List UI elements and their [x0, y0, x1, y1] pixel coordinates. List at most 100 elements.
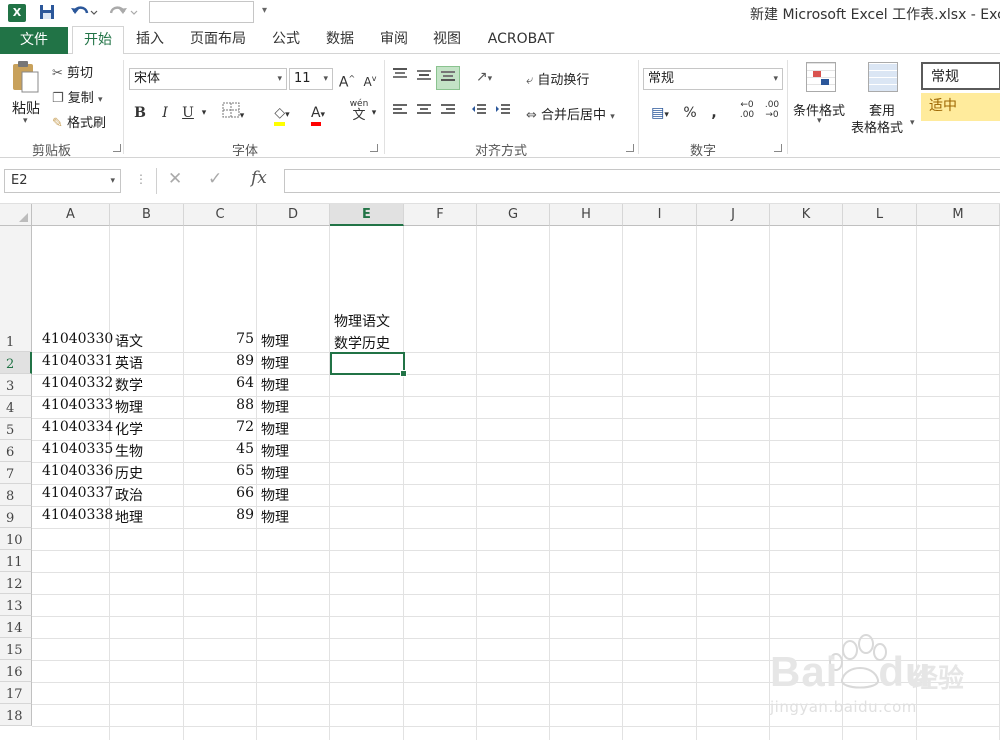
column-header-J[interactable]: J: [697, 204, 770, 226]
active-cell-E2[interactable]: [330, 352, 407, 377]
cell-A7[interactable]: 41040336: [42, 463, 113, 479]
undo-icon[interactable]: [70, 3, 98, 26]
column-header-G[interactable]: G: [477, 204, 550, 226]
phonetic-dropdown-icon[interactable]: ▾: [369, 102, 379, 124]
alignment-launcher-icon[interactable]: [626, 144, 634, 152]
align-top-button[interactable]: [390, 66, 410, 88]
row-header-10[interactable]: 10: [0, 528, 32, 550]
tab-file[interactable]: 文件: [0, 27, 68, 54]
cell-E1-line1[interactable]: 物理语文: [334, 311, 390, 331]
column-header-A[interactable]: A: [32, 204, 110, 226]
column-header-H[interactable]: H: [550, 204, 623, 226]
cell-B6[interactable]: 生物: [115, 441, 181, 461]
format-painter-button[interactable]: ✎ 格式刷: [52, 112, 106, 131]
number-launcher-icon[interactable]: [774, 144, 782, 152]
customize-qat-icon[interactable]: ▾: [262, 5, 267, 16]
cell-B5[interactable]: 化学: [115, 419, 181, 439]
align-middle-button[interactable]: [414, 66, 434, 88]
row-header-1[interactable]: 1: [0, 226, 32, 352]
row-header-8[interactable]: 8: [0, 484, 32, 506]
tab-page-layout[interactable]: 页面布局: [182, 26, 254, 54]
clipboard-launcher-icon[interactable]: [113, 144, 121, 152]
quick-access-field[interactable]: [149, 1, 254, 23]
row-header-14[interactable]: 14: [0, 616, 32, 638]
decrease-indent-button[interactable]: [469, 102, 489, 124]
cell-C1[interactable]: 75: [184, 331, 254, 347]
row-header-6[interactable]: 6: [0, 440, 32, 462]
name-box[interactable]: E2 ▾: [4, 169, 121, 193]
cell-A1[interactable]: 41040330: [42, 331, 113, 347]
row-header-15[interactable]: 15: [0, 638, 32, 660]
font-launcher-icon[interactable]: [370, 144, 378, 152]
save-icon[interactable]: [38, 3, 56, 26]
cell-D8[interactable]: 物理: [261, 485, 327, 505]
cancel-icon[interactable]: ✕: [168, 169, 182, 189]
formula-bar-grip-icon[interactable]: ⋮: [135, 172, 147, 186]
cell-D9[interactable]: 物理: [261, 507, 327, 527]
tab-insert[interactable]: 插入: [128, 26, 172, 54]
cell-A6[interactable]: 41040335: [42, 441, 113, 457]
row-header-16[interactable]: 16: [0, 660, 32, 682]
row-header-18[interactable]: 18: [0, 704, 32, 726]
cell-A4[interactable]: 41040333: [42, 397, 113, 413]
column-header-K[interactable]: K: [770, 204, 843, 226]
decrease-decimal-button[interactable]: .00 →0: [760, 100, 784, 120]
select-all-button[interactable]: [0, 204, 32, 226]
cell-A2[interactable]: 41040331: [42, 353, 113, 369]
font-size-select[interactable]: 11 ▾: [289, 68, 333, 90]
cell-D2[interactable]: 物理: [261, 353, 327, 373]
align-left-button[interactable]: [390, 102, 410, 124]
cell-D3[interactable]: 物理: [261, 375, 327, 395]
enter-check-icon[interactable]: ✓: [208, 169, 222, 189]
cell-B2[interactable]: 英语: [115, 353, 181, 373]
row-header-2[interactable]: 2: [0, 352, 32, 374]
row-header-4[interactable]: 4: [0, 396, 32, 418]
column-header-E[interactable]: E: [330, 204, 404, 226]
row-header-17[interactable]: 17: [0, 682, 32, 704]
column-header-D[interactable]: D: [257, 204, 330, 226]
cell-D7[interactable]: 物理: [261, 463, 327, 483]
column-header-B[interactable]: B: [110, 204, 184, 226]
row-header-11[interactable]: 11: [0, 550, 32, 572]
align-center-button[interactable]: [414, 102, 434, 124]
column-header-I[interactable]: I: [623, 204, 697, 226]
cell-D4[interactable]: 物理: [261, 397, 327, 417]
underline-button[interactable]: U: [179, 102, 197, 124]
formula-input[interactable]: [284, 169, 1000, 193]
increase-indent-button[interactable]: [493, 102, 513, 124]
cell-C3[interactable]: 64: [184, 375, 254, 391]
cell-C7[interactable]: 65: [184, 463, 254, 479]
merge-center-button[interactable]: ⇔ 合并后居中 ▾: [526, 104, 615, 123]
fill-color-button[interactable]: ◇▾: [266, 102, 298, 126]
column-header-L[interactable]: L: [843, 204, 917, 226]
number-format-select[interactable]: 常规 ▾: [643, 68, 783, 90]
excel-app-icon[interactable]: X: [8, 4, 26, 22]
bold-button[interactable]: B: [131, 102, 149, 124]
tab-formulas[interactable]: 公式: [264, 26, 308, 54]
row-header-13[interactable]: 13: [0, 594, 32, 616]
wrap-text-button[interactable]: ⤶ 自动换行: [526, 69, 589, 88]
cell-B7[interactable]: 历史: [115, 463, 181, 483]
row-header-9[interactable]: 9: [0, 506, 32, 528]
column-header-M[interactable]: M: [917, 204, 1000, 226]
align-bottom-button[interactable]: [436, 66, 460, 90]
cell-B8[interactable]: 政治: [115, 485, 181, 505]
font-name-select[interactable]: 宋体 ▾: [129, 68, 287, 90]
cell-style-normal[interactable]: 常规: [921, 62, 1000, 90]
cell-D1[interactable]: 物理: [261, 331, 327, 351]
tab-data[interactable]: 数据: [318, 26, 362, 54]
cell-B9[interactable]: 地理: [115, 507, 181, 527]
column-header-F[interactable]: F: [404, 204, 477, 226]
row-header-5[interactable]: 5: [0, 418, 32, 440]
accounting-format-button[interactable]: ▤▾: [645, 102, 675, 126]
tab-acrobat[interactable]: ACROBAT: [480, 26, 562, 54]
row-header-3[interactable]: 3: [0, 374, 32, 396]
increase-decimal-button[interactable]: ←0.00: [735, 100, 759, 120]
cell-A5[interactable]: 41040334: [42, 419, 113, 435]
cell-C6[interactable]: 45: [184, 441, 254, 457]
cell-C5[interactable]: 72: [184, 419, 254, 435]
font-color-button[interactable]: A▾: [302, 102, 334, 126]
borders-button[interactable]: ▾: [220, 102, 246, 127]
cell-C9[interactable]: 89: [184, 507, 254, 523]
copy-button[interactable]: ❐ 复制 ▾: [52, 87, 102, 106]
